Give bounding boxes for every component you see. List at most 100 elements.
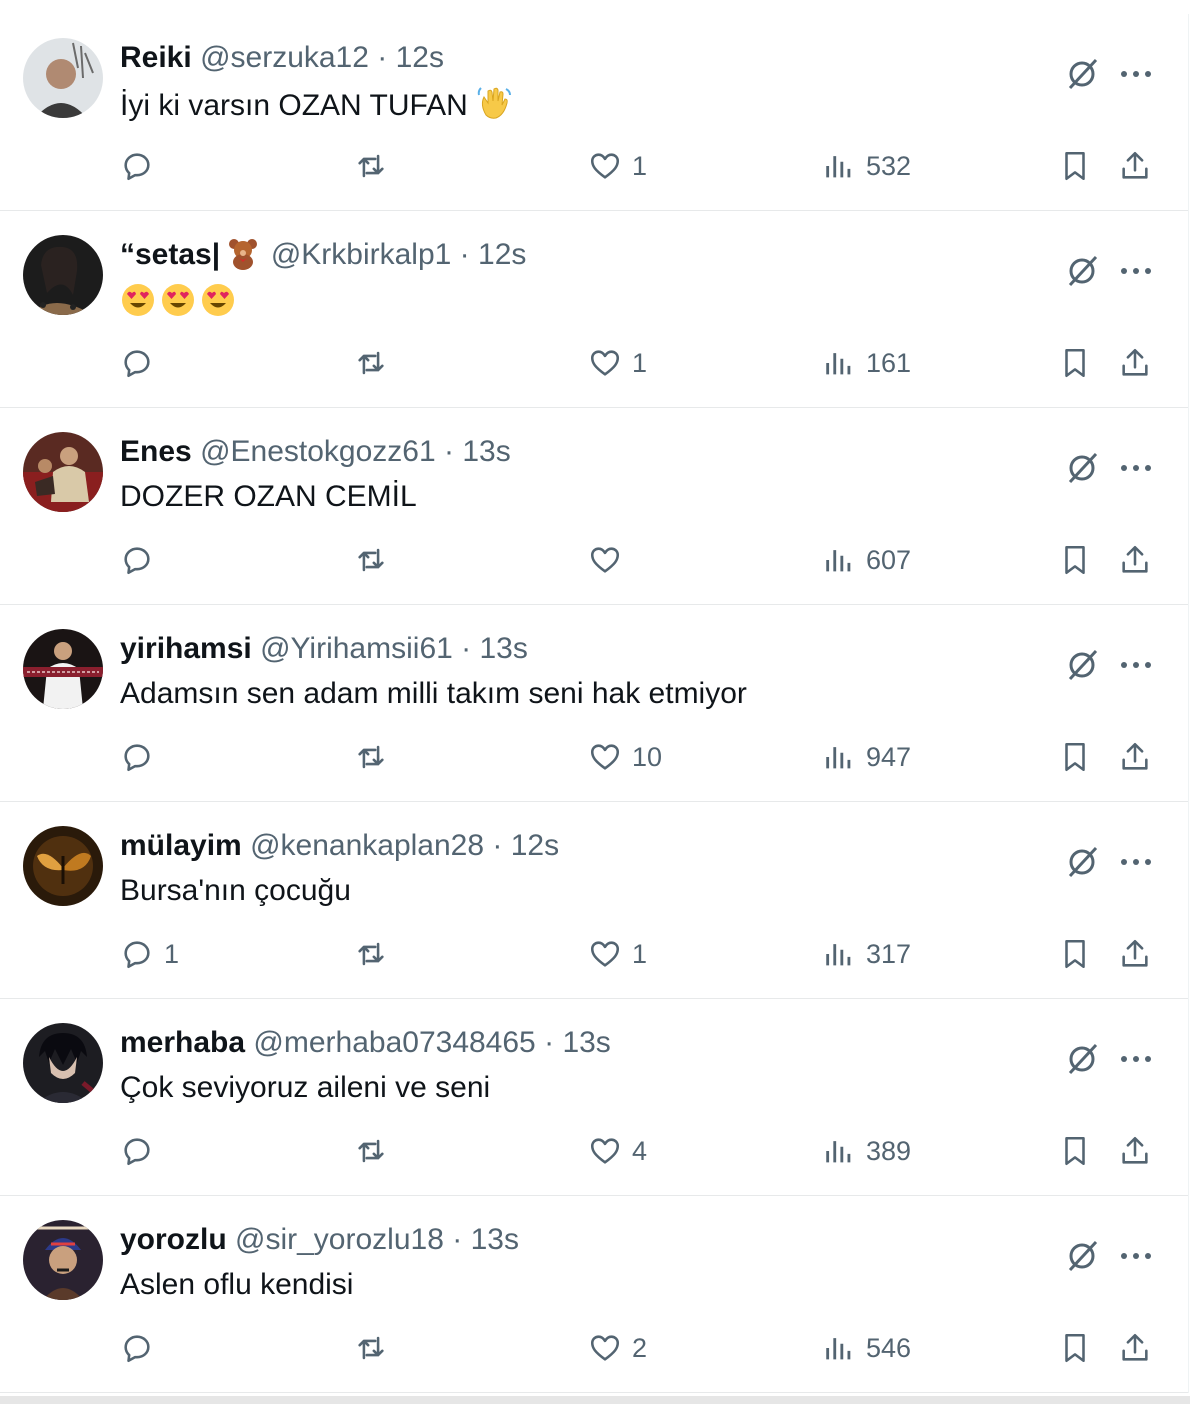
like-button[interactable]: 4 [588,1131,647,1171]
tweet[interactable]: mülayim @kenankaplan28 · 12s Bursa'nın ç… [0,802,1188,999]
views-button[interactable]: 317 [822,934,911,974]
display-name[interactable]: merhaba [120,1026,245,1059]
more-options-icon[interactable] [1116,448,1156,488]
like-button[interactable]: 10 [588,737,662,777]
like-button[interactable]: 1 [588,343,647,383]
views-button[interactable]: 947 [822,737,911,777]
avatar[interactable] [23,1023,103,1103]
avatar[interactable] [23,1220,103,1300]
timestamp[interactable]: 12s [478,238,526,271]
avatar[interactable] [23,432,103,512]
analytics-icon [826,944,851,966]
user-handle[interactable]: @merhaba07348465 [253,1026,535,1059]
share-button[interactable] [1118,737,1152,777]
retweet-button[interactable] [354,146,388,186]
retweet-button[interactable] [354,343,388,383]
more-options-icon[interactable] [1116,1039,1156,1079]
more-options-icon[interactable] [1116,645,1156,685]
like-button[interactable]: 1 [588,146,647,186]
grok-icon[interactable] [1062,448,1102,488]
display-name[interactable]: yorozlu [120,1223,227,1256]
grok-icon[interactable] [1062,54,1102,94]
like-count: 1 [632,347,648,378]
like-button[interactable] [588,540,632,580]
share-button[interactable] [1118,540,1152,580]
user-handle[interactable]: @kenankaplan28 [250,829,484,862]
tweet-text-content: Bursa'nın çocuğu [120,874,351,907]
tweet-text-content: Adamsın sen adam milli takım seni hak et… [120,677,747,710]
retweet-button[interactable] [354,934,388,974]
share-button[interactable] [1118,146,1152,186]
timestamp[interactable]: 12s [511,829,559,862]
bookmark-button[interactable] [1058,934,1092,974]
display-name[interactable]: mülayim [120,829,242,862]
user-handle[interactable]: @Enestokgozz61 [200,435,436,468]
timestamp[interactable]: 12s [396,41,444,74]
more-options-icon[interactable] [1116,54,1156,94]
reply-button[interactable]: 1 [120,934,179,974]
bookmark-button[interactable] [1058,540,1092,580]
like-button[interactable]: 2 [588,1328,647,1368]
like-button[interactable]: 1 [588,934,647,974]
tweet[interactable]: “setas| @Krkbirkalp1 · 12s 1 161 [0,211,1188,408]
tweet[interactable]: Enes @Enestokgozz61 · 13s DOZER OZAN CEM… [0,408,1188,605]
bookmark-button[interactable] [1058,343,1092,383]
separator: · [544,1026,555,1059]
display-name[interactable]: “setas| [120,238,220,271]
share-button[interactable] [1118,934,1152,974]
retweet-button[interactable] [354,540,388,580]
retweet-button[interactable] [354,737,388,777]
tweet[interactable]: yirihamsi @Yirihamsii61 · 13s Adamsın se… [0,605,1188,802]
reply-button[interactable] [120,343,164,383]
reply-button[interactable] [120,1131,164,1171]
timestamp[interactable]: 13s [471,1223,519,1256]
analytics-icon [826,1338,851,1360]
views-button[interactable]: 389 [822,1131,911,1171]
views-button[interactable]: 161 [822,343,911,383]
tweet[interactable]: yorozlu @sir_yorozlu18 · 13s Aslen oflu … [0,1196,1188,1393]
user-handle[interactable]: @serzuka12 [200,41,369,74]
user-handle[interactable]: @Yirihamsii61 [260,632,453,665]
display-name[interactable]: Enes [120,435,192,468]
user-handle[interactable]: @Krkbirkalp1 [271,238,452,271]
share-button[interactable] [1118,343,1152,383]
display-name[interactable]: yirihamsi [120,632,252,665]
grok-icon[interactable] [1062,842,1102,882]
grok-icon[interactable] [1062,1236,1102,1276]
retweet-button[interactable] [354,1328,388,1368]
tweet[interactable]: merhaba @merhaba07348465 · 13s Çok seviy… [0,999,1188,1196]
share-button[interactable] [1118,1131,1152,1171]
reply-button[interactable] [120,1328,164,1368]
separator: · [461,632,472,665]
timestamp[interactable]: 13s [462,435,510,468]
more-options-icon[interactable] [1116,251,1156,291]
share-button[interactable] [1118,1328,1152,1368]
display-name[interactable]: Reiki [120,41,192,74]
timestamp[interactable]: 13s [562,1026,610,1059]
avatar[interactable] [23,629,103,709]
timestamp[interactable]: 13s [480,632,528,665]
more-options-icon[interactable] [1116,1236,1156,1276]
views-button[interactable]: 607 [822,540,911,580]
grok-icon[interactable] [1062,645,1102,685]
more-options-icon[interactable] [1116,842,1156,882]
retweet-button[interactable] [354,1131,388,1171]
avatar[interactable] [23,235,103,315]
tweet[interactable]: Reiki @serzuka12 · 12s İyi ki varsın OZA… [0,14,1188,211]
reply-button[interactable] [120,146,164,186]
grok-icon[interactable] [1062,1039,1102,1079]
views-button[interactable]: 546 [822,1328,911,1368]
reply-button[interactable] [120,540,164,580]
bookmark-button[interactable] [1058,737,1092,777]
bookmark-button[interactable] [1058,1328,1092,1368]
bookmark-button[interactable] [1058,146,1092,186]
views-button[interactable]: 532 [822,146,911,186]
grok-icon[interactable] [1062,251,1102,291]
avatar[interactable] [23,826,103,906]
reply-icon [124,1335,150,1363]
reply-button[interactable] [120,737,164,777]
bookmark-button[interactable] [1058,1131,1092,1171]
avatar[interactable] [23,38,103,118]
tweet-text: Bursa'nın çocuğu [120,873,351,909]
user-handle[interactable]: @sir_yorozlu18 [235,1223,444,1256]
